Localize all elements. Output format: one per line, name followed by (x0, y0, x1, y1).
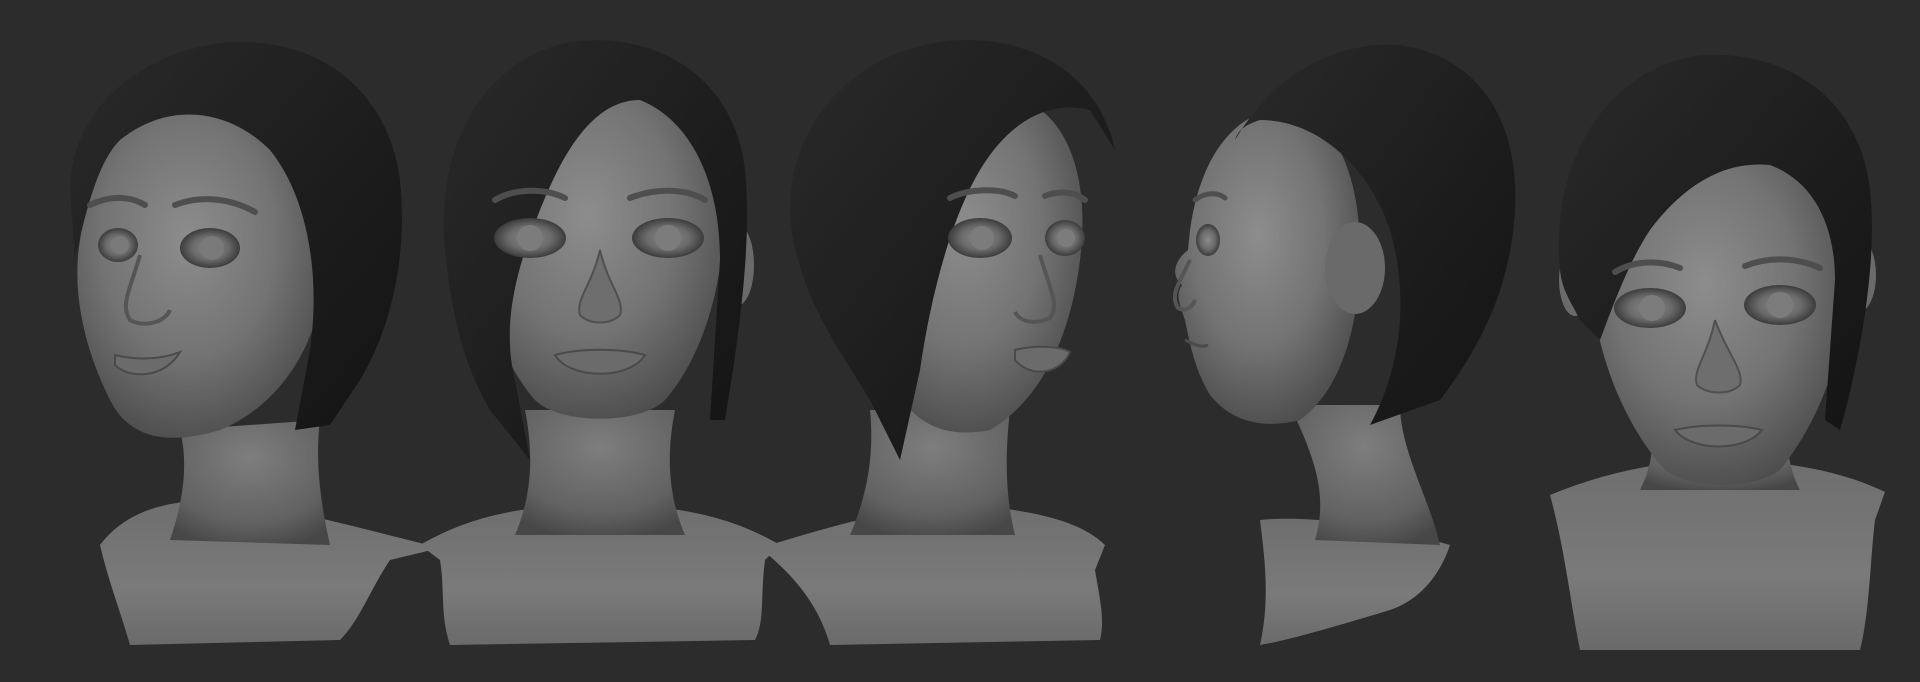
eye (1196, 224, 1220, 256)
front-tilted-view (1540, 0, 1900, 682)
front-view (420, 0, 780, 682)
neck (170, 420, 330, 545)
profile-left-view (1140, 0, 1520, 682)
neck (515, 410, 685, 535)
mouth (1014, 345, 1072, 373)
three-quarter-left-view (30, 0, 440, 682)
three-quarter-right-view (760, 0, 1140, 682)
sculpt-viewport (0, 0, 1920, 682)
ear (1325, 222, 1385, 314)
